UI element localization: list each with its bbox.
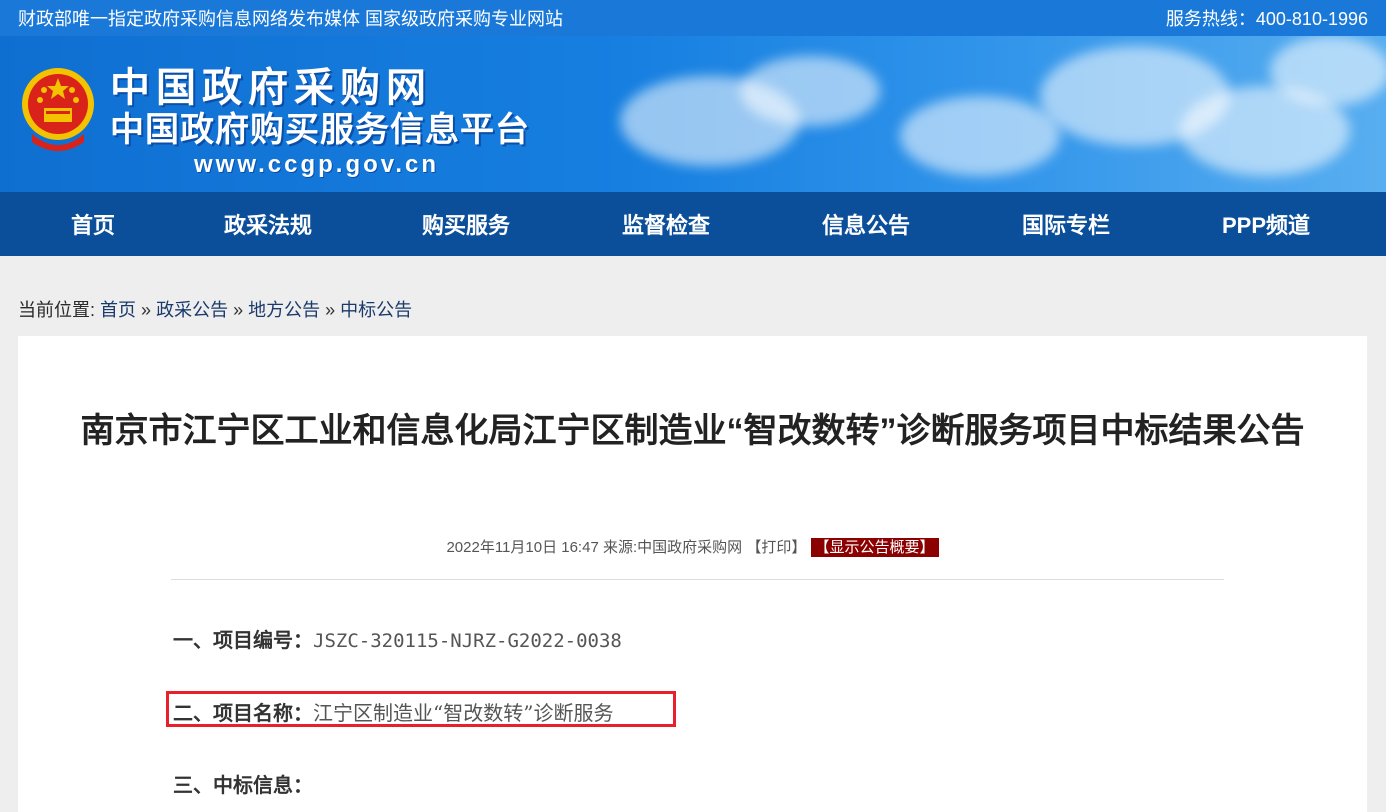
logo-url: www.ccgp.gov.cn [194, 151, 440, 178]
breadcrumb-sep: » [141, 300, 152, 320]
nav-announcements[interactable]: 信息公告 [750, 208, 982, 240]
header-banner: 中国政府采购网 中国政府购买服务信息平台 www.ccgp.gov.cn [0, 36, 1386, 192]
logo-title: 中国政府采购网 [110, 66, 432, 110]
section-award-info: 三、中标信息： [173, 769, 313, 798]
source-name: 中国政府采购网 [637, 539, 743, 556]
divider [171, 579, 1224, 580]
site-slogan: 财政部唯一指定政府采购信息网络发布媒体 国家级政府采购专业网站 [18, 9, 563, 29]
highlight-box [166, 691, 676, 727]
publish-date: 2022年11月10日 16:47 [446, 539, 599, 556]
section-label: 三、中标信息： [173, 773, 313, 797]
article-meta: 2022年11月10日 16:47 来源:中国政府采购网 【打印】 【显示公告概… [18, 536, 1367, 557]
source-label: 来源: [602, 539, 638, 556]
top-bar: 财政部唯一指定政府采购信息网络发布媒体 国家级政府采购专业网站 服务热线：400… [0, 0, 1386, 36]
main-nav: 首页 政采法规 购买服务 监督检查 信息公告 国际专栏 PPP频道 [0, 192, 1386, 256]
breadcrumb: 当前位置: 首页 » 政采公告 » 地方公告 » 中标公告 [18, 296, 412, 322]
breadcrumb-procurement[interactable]: 政采公告 [156, 300, 228, 320]
article-title: 南京市江宁区工业和信息化局江宁区制造业“智改数转”诊断服务项目中标结果公告 [80, 412, 1305, 450]
breadcrumb-local[interactable]: 地方公告 [248, 300, 320, 320]
article-card: 南京市江宁区工业和信息化局江宁区制造业“智改数转”诊断服务项目中标结果公告 20… [18, 336, 1367, 812]
nav-international[interactable]: 国际专栏 [982, 208, 1150, 240]
national-emblem-icon [22, 68, 94, 151]
breadcrumb-home[interactable]: 首页 [100, 300, 136, 320]
nav-ppp[interactable]: PPP频道 [1150, 208, 1382, 240]
section-label: 一、项目编号： [173, 628, 313, 652]
nav-purchase-services[interactable]: 购买服务 [350, 208, 582, 240]
breadcrumb-sep: » [233, 300, 244, 320]
breadcrumb-sep: » [325, 300, 336, 320]
section-project-number: 一、项目编号：JSZC-320115-NJRZ-G2022-0038 [173, 624, 622, 653]
site-logo[interactable]: 中国政府采购网 中国政府购买服务信息平台 www.ccgp.gov.cn [110, 66, 530, 180]
print-link[interactable]: 【打印】 [746, 539, 806, 556]
nav-supervision[interactable]: 监督检查 [582, 208, 750, 240]
logo-subtitle: 中国政府购买服务信息平台 [110, 111, 530, 149]
section-value: JSZC-320115-NJRZ-G2022-0038 [313, 630, 622, 652]
breadcrumb-prefix: 当前位置: [18, 300, 96, 320]
show-summary-button[interactable]: 【显示公告概要】 [810, 538, 939, 557]
service-hotline: 服务热线：400-810-1996 [1165, 9, 1368, 29]
nav-regulations[interactable]: 政采法规 [186, 208, 350, 240]
breadcrumb-award[interactable]: 中标公告 [340, 300, 412, 320]
nav-home[interactable]: 首页 [0, 208, 186, 240]
